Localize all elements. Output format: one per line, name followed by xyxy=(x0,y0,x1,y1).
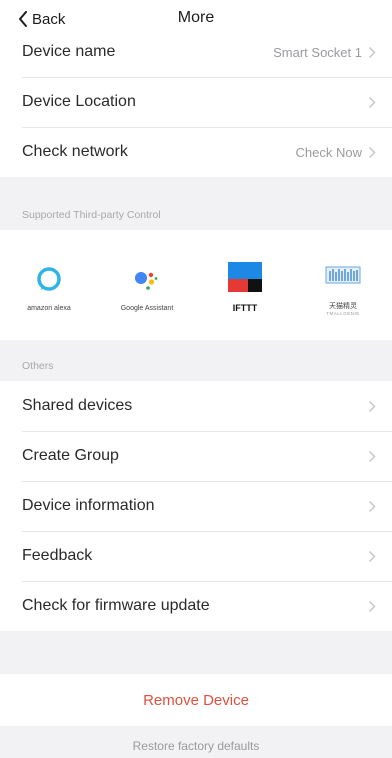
service-name: Google Assistant xyxy=(120,304,174,312)
chevron-right-icon xyxy=(368,500,376,512)
service-subname: TMALLGENIE xyxy=(326,310,360,316)
check-network-row[interactable]: Check network Check Now xyxy=(0,127,392,177)
firmware-update-label: Check for firmware update xyxy=(22,597,210,614)
create-group-label: Create Group xyxy=(22,447,119,464)
feedback-row[interactable]: Feedback xyxy=(0,531,392,581)
chevron-right-icon xyxy=(368,46,376,58)
chevron-right-icon xyxy=(368,600,376,612)
chevron-right-icon xyxy=(368,450,376,462)
page-title: More xyxy=(177,9,215,26)
device-information-label: Device information xyxy=(22,497,155,514)
service-name: amazon alexa xyxy=(27,304,71,312)
shared-devices-row[interactable]: Shared devices xyxy=(0,381,392,431)
remove-device-label: Remove Device xyxy=(143,691,249,709)
firmware-update-row[interactable]: Check for firmware update xyxy=(0,581,392,631)
device-information-row[interactable]: Device information xyxy=(0,481,392,531)
third-party-services: amazon alexa Google Assistant IFTTT 天猫精灵… xyxy=(0,230,392,340)
restore-factory-defaults-label: Restore factory defaults xyxy=(132,739,260,753)
ifttt-icon xyxy=(228,262,262,292)
alexa-icon xyxy=(37,266,61,291)
device-location-row[interactable]: Device Location xyxy=(0,77,392,127)
feedback-label: Feedback xyxy=(22,547,93,564)
service-name: IFTTT xyxy=(232,303,258,313)
service-tmall-genie[interactable]: 天猫精灵 TMALLGENIE xyxy=(294,230,392,340)
others-section-label: Others xyxy=(22,360,54,372)
remove-device-button[interactable]: Remove Device xyxy=(0,674,392,726)
chevron-right-icon xyxy=(368,146,376,158)
service-google-assistant[interactable]: Google Assistant xyxy=(98,230,196,340)
service-ifttt[interactable]: IFTTT xyxy=(196,230,294,340)
third-party-section-label: Supported Third-party Control xyxy=(22,209,161,221)
shared-devices-label: Shared devices xyxy=(22,397,133,414)
device-settings-group: Device name Smart Socket 1 Device Locati… xyxy=(0,27,392,177)
tmall-genie-icon xyxy=(325,266,361,283)
service-name: 天猫精灵 xyxy=(329,302,357,310)
device-name-row[interactable]: Device name Smart Socket 1 xyxy=(0,27,392,77)
google-assistant-icon xyxy=(135,271,158,290)
restore-factory-defaults-button[interactable]: Restore factory defaults xyxy=(0,734,392,758)
others-group: Shared devices Create Group Device infor… xyxy=(0,381,392,631)
create-group-row[interactable]: Create Group xyxy=(0,431,392,481)
device-location-label: Device Location xyxy=(22,93,136,110)
device-name-label: Device name xyxy=(22,43,116,60)
device-name-value: Smart Socket 1 xyxy=(273,44,362,60)
check-network-label: Check network xyxy=(22,143,128,160)
service-alexa[interactable]: amazon alexa xyxy=(0,230,98,340)
chevron-right-icon xyxy=(368,400,376,412)
check-network-value: Check Now xyxy=(295,144,362,160)
chevron-right-icon xyxy=(368,550,376,562)
chevron-right-icon xyxy=(368,96,376,108)
